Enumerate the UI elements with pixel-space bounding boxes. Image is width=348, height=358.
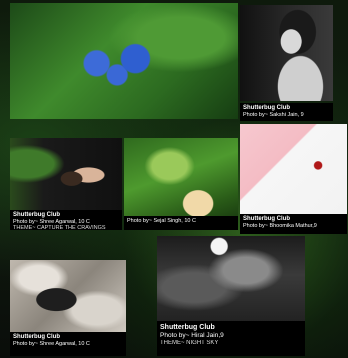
post-caption: Shutterbug Club Photo by~ Sakshi Jain, 9 [240,103,333,121]
photographer: Photo by~ Sejal Singh, 10 C [127,218,196,224]
club-name: Shutterbug Club [243,105,290,111]
post-card[interactable]: Shutterbug Club Photo by~ Shree Agarwal,… [10,138,122,230]
photographer: Photo by~ Sakshi Jain, 9 [243,111,304,118]
post-photo [240,5,333,101]
club-name: Shutterbug Club [13,212,60,218]
post-caption: Shutterbug Club Photo by~ Shree Agarwal,… [10,210,122,230]
post-photo [157,236,305,322]
photo-theme: THEME~ NIGHT SKY [160,339,219,346]
post-photo [240,124,347,216]
post-card[interactable]: Photo by~ Sejal Singh, 10 C [124,138,238,230]
post-photo [124,138,238,218]
post-card[interactable]: Shutterbug Club Photo by~ Shree Agarwal,… [10,260,126,356]
club-name: Shutterbug Club [243,216,290,222]
club-name: Shutterbug Club [13,334,60,340]
post-photo [10,260,126,332]
post-caption: Shutterbug Club Photo by~ Shree Agarwal,… [10,332,126,356]
post-card[interactable]: Shutterbug Club Photo by~ Hiral Jain,9 T… [157,236,305,356]
post-caption: Shutterbug Club Photo by~ Hiral Jain,9 T… [157,321,305,356]
photographer: Photo by~ Shree Agarwal, 10 C [13,340,90,347]
club-name: Shutterbug Club [160,324,215,331]
post-caption: Shutterbug Club Photo by~ Bhoomika Mathu… [240,214,347,234]
post-card[interactable]: Shutterbug Club Photo by~ Bhoomika Mathu… [240,124,347,234]
photographer: Photo by~ Hiral Jain,9 [160,332,224,340]
photographer: Photo by~ Bhoomika Mathur,9 [243,222,317,229]
post-caption: Photo by~ Sejal Singh, 10 C [124,216,238,230]
post-photo [10,138,122,212]
photo-theme: THEME~ CAPTURE THE CRAVINGS [13,225,106,230]
post-photo [10,3,238,119]
post-card[interactable]: Shutterbug Club Photo by~ Sakshi Jain, 9 [240,5,333,121]
post-card[interactable] [10,3,238,119]
